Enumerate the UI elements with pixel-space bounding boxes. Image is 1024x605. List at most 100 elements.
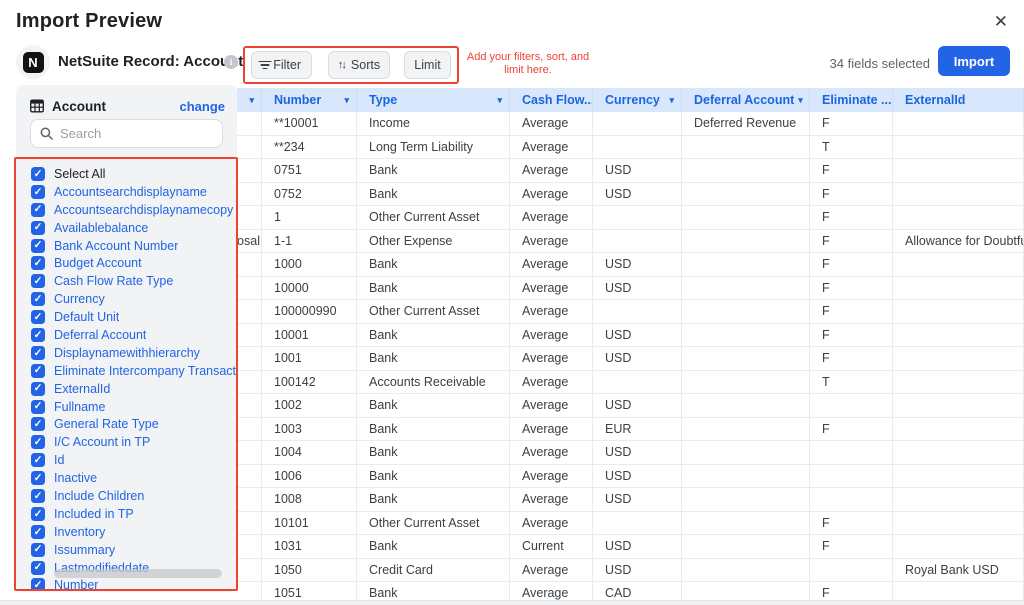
table-cell-currency: EUR (593, 418, 682, 441)
checkbox-checked-icon[interactable]: ✓ (31, 256, 45, 270)
field-checkbox-item[interactable]: ✓ Bank Account Number (31, 237, 237, 255)
field-checkbox-item[interactable]: ✓ Accountsearchdisplaynamecopy (31, 201, 237, 219)
column-header-externalid[interactable]: ExternalId (893, 88, 1024, 112)
checkbox-checked-icon[interactable]: ✓ (31, 543, 45, 557)
checkbox-checked-icon[interactable]: ✓ (31, 561, 45, 575)
table-cell-number: 100000990 (262, 300, 357, 323)
search-input[interactable] (60, 126, 200, 141)
field-label: Displaynamewithhierarchy (54, 346, 200, 360)
column-caret-icon[interactable]: ▾ (669, 95, 674, 106)
field-checkbox-item[interactable]: ✓ Eliminate Intercompany Transactio... (31, 362, 237, 380)
field-checkbox-item[interactable]: ✓ Included in TP (31, 505, 237, 523)
select-all-item[interactable]: ✓ Select All (31, 165, 237, 183)
table-cell-number: 100142 (262, 371, 357, 394)
table-cell-currency: USD (593, 488, 682, 511)
table-cell-number: **234 (262, 136, 357, 159)
table-cell-currency: USD (593, 324, 682, 347)
field-checkbox-item[interactable]: ✓ Number (31, 576, 237, 591)
checkbox-checked-icon[interactable]: ✓ (31, 185, 45, 199)
table-cell-number: 10101 (262, 512, 357, 535)
filter-button-label: Filter (273, 58, 301, 72)
info-icon[interactable]: i (224, 55, 238, 69)
list-scrollbar-thumb[interactable] (54, 569, 222, 578)
table-cell-eliminate (810, 559, 893, 582)
checkbox-checked-icon[interactable]: ✓ (31, 471, 45, 485)
checkbox-checked-icon[interactable]: ✓ (31, 346, 45, 360)
checkbox-checked-icon[interactable]: ✓ (31, 203, 45, 217)
table-cell-hidden (237, 347, 262, 370)
field-checkbox-item[interactable]: ✓ Include Children (31, 487, 237, 505)
checkbox-checked-icon[interactable]: ✓ (31, 489, 45, 503)
checkbox-checked-icon[interactable]: ✓ (31, 274, 45, 288)
filter-icon (262, 61, 267, 70)
field-checkbox-item[interactable]: ✓ Fullname (31, 398, 237, 416)
checkbox-checked-icon[interactable]: ✓ (31, 417, 45, 431)
checkbox-checked-icon[interactable]: ✓ (31, 382, 45, 396)
field-checkbox-item[interactable]: ✓ Id (31, 451, 237, 469)
column-header-eliminate[interactable]: Eliminate ...▾ (810, 88, 893, 112)
table-cell-currency: USD (593, 559, 682, 582)
search-box[interactable] (30, 119, 223, 148)
column-caret-icon[interactable]: ▾ (798, 95, 803, 106)
field-checkbox-item[interactable]: ✓ ExternalId (31, 380, 237, 398)
table-cell-currency (593, 300, 682, 323)
table-cell-number: 1 (262, 206, 357, 229)
field-checkbox-item[interactable]: ✓ Availablebalance (31, 219, 237, 237)
checkbox-checked-icon[interactable]: ✓ (31, 364, 45, 378)
field-label: Cash Flow Rate Type (54, 274, 173, 288)
column-caret-icon[interactable]: ▾ (344, 95, 349, 106)
limit-button[interactable]: Limit (404, 51, 451, 79)
field-checkbox-item[interactable]: ✓ Displaynamewithhierarchy (31, 344, 237, 362)
column-header-number[interactable]: Number▾ (262, 88, 357, 112)
field-checkbox-item[interactable]: ✓ Budget Account (31, 254, 237, 272)
checkbox-checked-icon[interactable]: ✓ (31, 578, 45, 591)
field-checkbox-item[interactable]: ✓ Issummary (31, 541, 237, 559)
table-row: 1006BankAverageUSD (237, 465, 1024, 489)
field-checkbox-item[interactable]: ✓ I/C Account in TP (31, 433, 237, 451)
field-checkbox-item[interactable]: ✓ General Rate Type (31, 415, 237, 433)
field-label: General Rate Type (54, 417, 159, 431)
column-header-label: Currency (605, 93, 660, 107)
table-cell-number: 1031 (262, 535, 357, 558)
table-cell-cash-flow: Average (510, 394, 593, 417)
column-caret-icon[interactable]: ▾ (497, 95, 502, 106)
field-checkbox-item[interactable]: ✓ Accountsearchdisplayname (31, 183, 237, 201)
column-header-cash-flow[interactable]: Cash Flow...▾ (510, 88, 593, 112)
field-checkbox-item[interactable]: ✓ Deferral Account (31, 326, 237, 344)
column-header-currency[interactable]: Currency ▾ (593, 88, 682, 112)
column-header-type[interactable]: Type▾ (357, 88, 510, 112)
checkbox-checked-icon[interactable]: ✓ (31, 221, 45, 235)
table-cell-deferral-account (682, 206, 810, 229)
netsuite-logo-letter: N (23, 52, 44, 73)
checkbox-checked-icon[interactable]: ✓ (31, 453, 45, 467)
field-checkbox-item[interactable]: ✓ Currency (31, 290, 237, 308)
record-title: NetSuite Record: Account (58, 53, 243, 70)
checkbox-checked-icon[interactable]: ✓ (31, 292, 45, 306)
checkbox-checked-icon[interactable]: ✓ (31, 435, 45, 449)
column-header-hidden[interactable]: ▾ (237, 88, 262, 112)
field-checkbox-item[interactable]: ✓ Default Unit (31, 308, 237, 326)
change-record-link[interactable]: change (179, 99, 225, 114)
checkbox-checked-icon[interactable]: ✓ (31, 167, 45, 181)
field-checkbox-item[interactable]: ✓ Inactive (31, 469, 237, 487)
import-button[interactable]: Import (938, 46, 1010, 76)
filters-annotation-text: Add your filters, sort, and limit here. (462, 51, 594, 77)
checkbox-checked-icon[interactable]: ✓ (31, 507, 45, 521)
table-cell-hidden: posal (237, 230, 262, 253)
checkbox-checked-icon[interactable]: ✓ (31, 239, 45, 253)
table-row: 1Other Current AssetAverageF (237, 206, 1024, 230)
field-checkbox-item[interactable]: ✓ Cash Flow Rate Type (31, 272, 237, 290)
field-checkbox-item[interactable]: ✓ Inventory (31, 523, 237, 541)
close-icon[interactable]: ✕ (990, 10, 1012, 34)
checkbox-checked-icon[interactable]: ✓ (31, 400, 45, 414)
horizontal-scrollbar-track[interactable] (0, 600, 1024, 605)
checkbox-checked-icon[interactable]: ✓ (31, 310, 45, 324)
checkbox-checked-icon[interactable]: ✓ (31, 525, 45, 539)
table-cell-type: Bank (357, 441, 510, 464)
column-caret-icon[interactable]: ▾ (249, 95, 254, 106)
column-header-deferral-account[interactable]: Deferral Account▾ (682, 88, 810, 112)
table-cell-externalid (893, 371, 1024, 394)
checkbox-checked-icon[interactable]: ✓ (31, 328, 45, 342)
sorts-button[interactable]: ↑↓ Sorts (328, 51, 390, 79)
filter-button[interactable]: Filter (251, 51, 312, 79)
